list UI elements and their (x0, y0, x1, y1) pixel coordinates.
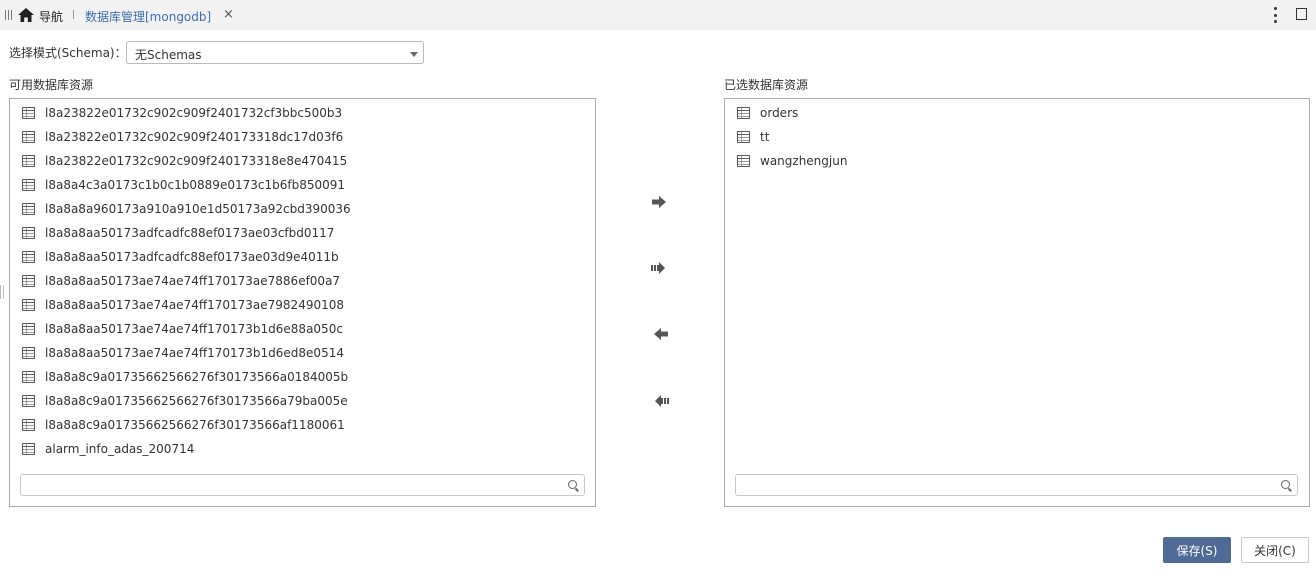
schema-select[interactable]: 无Schemas (126, 41, 424, 64)
table-icon (22, 131, 35, 143)
available-search-input[interactable] (27, 477, 561, 495)
list-item[interactable]: l8a8a8c9a01735662566276f30173566a79ba005… (20, 389, 591, 413)
table-icon (22, 227, 35, 239)
list-item[interactable]: l8a8a8aa50173adfcadfc88ef0173ae03cfbd011… (20, 221, 591, 245)
table-icon (22, 419, 35, 431)
list-item[interactable]: l8a8a8aa50173ae74ae74ff170173b1d6e88a050… (20, 317, 591, 341)
double-arrow-left-icon (655, 395, 669, 407)
close-button[interactable]: 关闭(C) (1241, 537, 1309, 563)
resize-handle[interactable] (0, 285, 4, 299)
table-icon (22, 275, 35, 287)
list-item[interactable]: l8a23822e01732c902c909f2401732cf3bbc500b… (20, 101, 591, 125)
list-item-label: l8a8a8a960173a910a910e1d50173a92cbd39003… (45, 202, 351, 216)
schema-label: 选择模式(Schema)： (9, 46, 127, 60)
list-item-label: l8a8a8c9a01735662566276f30173566af118006… (45, 418, 345, 432)
list-item[interactable]: l8a8a8aa50173ae74ae74ff170173ae7886ef00a… (20, 269, 591, 293)
table-icon (22, 395, 35, 407)
table-icon (737, 131, 750, 143)
selected-search-input[interactable] (742, 477, 1276, 495)
more-vertical-icon[interactable] (1274, 7, 1278, 23)
selected-resources-list: orders tt wangzhengjun (735, 101, 1305, 173)
list-item[interactable]: l8a23822e01732c902c909f240173318dc17d03f… (20, 125, 591, 149)
search-icon[interactable] (568, 480, 577, 489)
list-item[interactable]: orders (735, 101, 1305, 125)
selected-search-box (735, 474, 1298, 496)
list-item[interactable]: l8a8a8aa50173ae74ae74ff170173ae798249010… (20, 293, 591, 317)
schema-selected-value: 无Schemas (135, 48, 202, 62)
available-resources-list: l8a23822e01732c902c909f2401732cf3bbc500b… (20, 101, 591, 461)
home-icon[interactable] (18, 8, 34, 22)
table-icon (22, 443, 35, 455)
list-item-label: l8a8a8aa50173ae74ae74ff170173b1d6e88a050… (45, 322, 343, 336)
arrow-right-icon (652, 196, 666, 208)
list-item-label: orders (760, 106, 799, 120)
list-item-label: tt (760, 130, 770, 144)
list-item-label: l8a8a8aa50173ae74ae74ff170173ae7886ef00a… (45, 274, 341, 288)
list-item-label: l8a8a8aa50173ae74ae74ff170173b1d6ed8e051… (45, 346, 344, 360)
table-icon (22, 155, 35, 167)
table-icon (22, 179, 35, 191)
list-item-label: l8a23822e01732c902c909f240173318dc17d03f… (45, 130, 344, 144)
list-item-label: l8a8a8c9a01735662566276f30173566a0184005… (45, 370, 349, 384)
move-left-button[interactable] (650, 326, 670, 342)
list-item-label: l8a8a4c3a0173c1b0c1b0889e0173c1b6fb85009… (45, 178, 345, 192)
table-icon (737, 155, 750, 167)
list-item-label: l8a8a8aa50173adfcadfc88ef0173ae03d9e4011… (45, 250, 339, 264)
list-item[interactable]: wangzhengjun (735, 149, 1305, 173)
table-icon (22, 251, 35, 263)
list-item-label: l8a8a8aa50173ae74ae74ff170173ae798249010… (45, 298, 344, 312)
chevron-down-icon (410, 52, 418, 57)
list-item[interactable]: l8a8a8c9a01735662566276f30173566af118006… (20, 413, 591, 437)
table-icon (22, 371, 35, 383)
move-right-button[interactable] (650, 194, 670, 210)
list-item[interactable]: l8a8a8aa50173adfcadfc88ef0173ae03d9e4011… (20, 245, 591, 269)
list-item[interactable]: l8a8a8c9a01735662566276f30173566a0184005… (20, 365, 591, 389)
arrow-left-icon (654, 328, 668, 340)
drag-handle-icon[interactable] (5, 10, 13, 20)
list-item-label: l8a8a8aa50173adfcadfc88ef0173ae03cfbd011… (45, 226, 335, 240)
list-item-label: alarm_info_adas_200714 (45, 442, 195, 456)
double-arrow-right-icon (651, 262, 665, 274)
list-item-label: wangzhengjun (760, 154, 848, 168)
table-icon (737, 107, 750, 119)
selected-resources-title: 已选数据库资源 (724, 78, 809, 92)
list-item[interactable]: l8a8a8aa50173ae74ae74ff170173b1d6ed8e051… (20, 341, 591, 365)
list-item[interactable]: l8a23822e01732c902c909f240173318e8e47041… (20, 149, 591, 173)
table-icon (22, 203, 35, 215)
close-icon[interactable]: × (223, 7, 234, 22)
table-icon (22, 107, 35, 119)
tab-database-manager[interactable]: 数据库管理[mongodb] (85, 8, 211, 25)
available-resources-panel: l8a23822e01732c902c909f2401732cf3bbc500b… (9, 98, 596, 507)
list-item[interactable]: tt (735, 125, 1305, 149)
available-search-box (20, 474, 585, 496)
table-icon (22, 299, 35, 311)
list-item-label: l8a8a8c9a01735662566276f30173566a79ba005… (45, 394, 348, 408)
save-button[interactable]: 保存(S) (1163, 537, 1231, 563)
list-item[interactable]: l8a8a4c3a0173c1b0c1b0889e0173c1b6fb85009… (20, 173, 591, 197)
list-item-label: l8a23822e01732c902c909f2401732cf3bbc500b… (45, 106, 343, 120)
list-item-label: l8a23822e01732c902c909f240173318e8e47041… (45, 154, 348, 168)
tab-divider (73, 10, 74, 19)
table-icon (22, 323, 35, 335)
list-item[interactable]: l8a8a8a960173a910a910e1d50173a92cbd39003… (20, 197, 591, 221)
tab-bar: 导航 数据库管理[mongodb] × (0, 0, 1316, 30)
maximize-icon[interactable] (1296, 8, 1307, 20)
nav-tab-label[interactable]: 导航 (39, 8, 63, 25)
move-all-left-button[interactable] (650, 393, 670, 409)
move-all-right-button[interactable] (650, 260, 670, 276)
available-resources-title: 可用数据库资源 (9, 78, 94, 92)
table-icon (22, 347, 35, 359)
selected-resources-panel: orders tt wangzhengjun (724, 98, 1310, 507)
list-item[interactable]: alarm_info_adas_200714 (20, 437, 591, 461)
search-icon[interactable] (1281, 480, 1290, 489)
